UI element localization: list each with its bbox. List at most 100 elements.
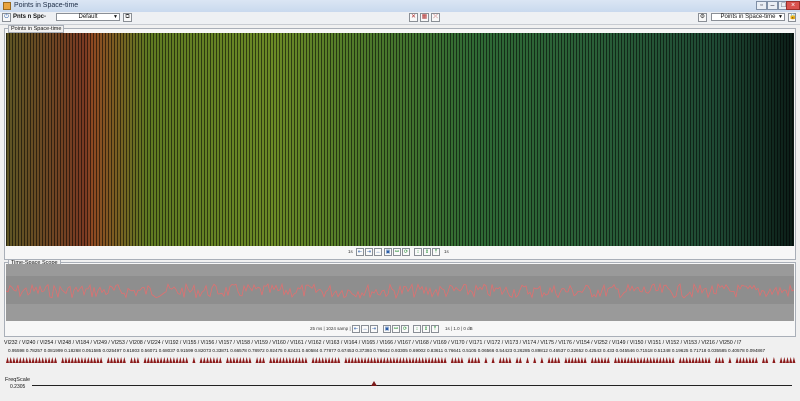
marker-triangle xyxy=(278,357,282,363)
preset-menu-icon[interactable]: ⧉ xyxy=(123,13,132,22)
marker-triangle xyxy=(238,357,242,363)
marker-triangle xyxy=(199,357,203,363)
marker-triangle xyxy=(318,357,321,363)
marker-triangle xyxy=(649,357,653,363)
marker-triangle xyxy=(782,357,786,363)
compress-vertical-icon[interactable]: ⇕ xyxy=(423,248,431,256)
marker-triangle xyxy=(454,357,457,363)
fit-vertical-icon[interactable]: ⤒ xyxy=(432,248,440,256)
grid-icon[interactable]: ▦ xyxy=(420,13,429,22)
link-icon[interactable]: ⚯ xyxy=(392,325,400,333)
zoom-out-icon[interactable]: ⇥ xyxy=(365,248,373,256)
marker-triangle xyxy=(272,357,276,363)
link-icon[interactable]: ⚯ xyxy=(393,248,401,256)
close-button[interactable]: × xyxy=(786,1,800,10)
marker-triangle xyxy=(658,357,662,363)
marker-triangle xyxy=(67,357,71,363)
marker-triangle xyxy=(218,357,222,363)
channel-list: VI232 / VI240 / VI254 / VI248 / VI184 / … xyxy=(4,340,742,346)
zoom-fit-icon[interactable]: ⇤ xyxy=(356,248,364,256)
marker-triangle xyxy=(772,357,776,363)
camera-icon[interactable]: ▣ xyxy=(384,248,392,256)
marker-triangle xyxy=(350,357,354,363)
zoom-fit-icon[interactable]: ⇤ xyxy=(352,325,360,333)
freqscale-value: 0.2305 xyxy=(10,384,26,390)
zoom-in-icon[interactable]: ⇥ xyxy=(370,325,378,333)
marker-triangle xyxy=(248,357,252,363)
marker-triangle xyxy=(427,357,431,363)
marker-triangle xyxy=(655,357,659,363)
minimize-button[interactable]: – xyxy=(767,1,778,10)
marker-triangle xyxy=(389,357,393,363)
marker-triangle xyxy=(547,357,551,363)
marker-triangle xyxy=(28,357,32,363)
marker-triangle xyxy=(421,357,425,363)
lock-icon[interactable]: 🔒 xyxy=(788,13,796,22)
marker-triangle xyxy=(150,357,153,363)
marker-triangle xyxy=(12,357,16,363)
marker-triangle xyxy=(83,357,87,363)
marker-triangle xyxy=(392,357,396,363)
marker-triangle xyxy=(130,357,133,363)
marker-triangle xyxy=(74,357,77,363)
expand-vertical-icon[interactable]: ↕ xyxy=(413,325,421,333)
marker-triangle xyxy=(620,357,624,363)
slider-thumb[interactable] xyxy=(370,381,377,386)
marker-triangle xyxy=(212,357,216,363)
marker-triangle xyxy=(96,357,100,363)
marker-triangle xyxy=(574,357,577,363)
zoom-in-icon[interactable]: ↔ xyxy=(374,248,382,256)
fit-vertical-icon[interactable]: ⤒ xyxy=(431,325,439,333)
marker-triangle xyxy=(182,357,185,363)
marker-triangle xyxy=(232,357,236,363)
marker-triangle xyxy=(437,357,441,363)
marker-triangle xyxy=(354,357,357,363)
compress-vertical-icon[interactable]: ⇕ xyxy=(422,325,430,333)
marker-triangle xyxy=(34,357,38,363)
marker-triangle xyxy=(626,357,630,363)
marker-triangle xyxy=(156,357,160,363)
expand-vertical-icon[interactable]: ↕ xyxy=(414,248,422,256)
freqscale-slider[interactable] xyxy=(32,381,792,386)
marker-triangle xyxy=(633,357,637,363)
scope-display[interactable] xyxy=(6,264,794,321)
marker-triangle xyxy=(61,357,65,363)
marker-triangle xyxy=(159,357,163,363)
marker-triangle xyxy=(606,357,610,363)
marker-triangle xyxy=(600,357,604,363)
marker-triangle xyxy=(90,357,93,363)
marker-triangle xyxy=(143,357,147,363)
marker-strip[interactable] xyxy=(4,356,796,364)
refresh-icon[interactable]: ⟳ xyxy=(401,325,409,333)
marker-triangle xyxy=(742,357,745,363)
cancel-icon[interactable]: ⤫ xyxy=(431,13,440,22)
camera-icon[interactable]: ▣ xyxy=(383,325,391,333)
pin-icon[interactable]: ▫ xyxy=(756,1,767,10)
marker-triangle xyxy=(282,357,285,363)
view-select[interactable]: Points in Space-time ▼ xyxy=(711,13,785,21)
marker-triangle xyxy=(515,357,519,363)
zoom-out-icon[interactable]: ↔ xyxy=(361,325,369,333)
marker-triangle xyxy=(570,357,574,363)
marker-triangle xyxy=(47,357,51,363)
marker-triangle xyxy=(564,357,568,363)
marker-triangle xyxy=(748,357,752,363)
marker-triangle xyxy=(786,357,789,363)
marker-triangle xyxy=(70,357,74,363)
marker-triangle xyxy=(597,357,601,363)
marker-triangle xyxy=(301,357,305,363)
marker-triangle xyxy=(735,357,739,363)
delete-icon[interactable]: ✕ xyxy=(409,13,418,22)
marker-triangle xyxy=(22,357,25,363)
spacetime-display[interactable] xyxy=(6,33,794,246)
refresh-icon[interactable]: ⟳ xyxy=(402,248,410,256)
marker-triangle xyxy=(721,357,725,363)
power-icon[interactable]: ⏻ xyxy=(2,13,11,22)
preset-select[interactable]: Default ▼ xyxy=(56,13,120,21)
scope-trace xyxy=(6,264,794,321)
marker-triangle xyxy=(136,357,140,363)
marker-triangle xyxy=(360,357,364,363)
marker-triangle xyxy=(789,357,793,363)
settings-icon[interactable]: ⚙ xyxy=(698,13,707,22)
marker-triangle xyxy=(502,357,505,363)
